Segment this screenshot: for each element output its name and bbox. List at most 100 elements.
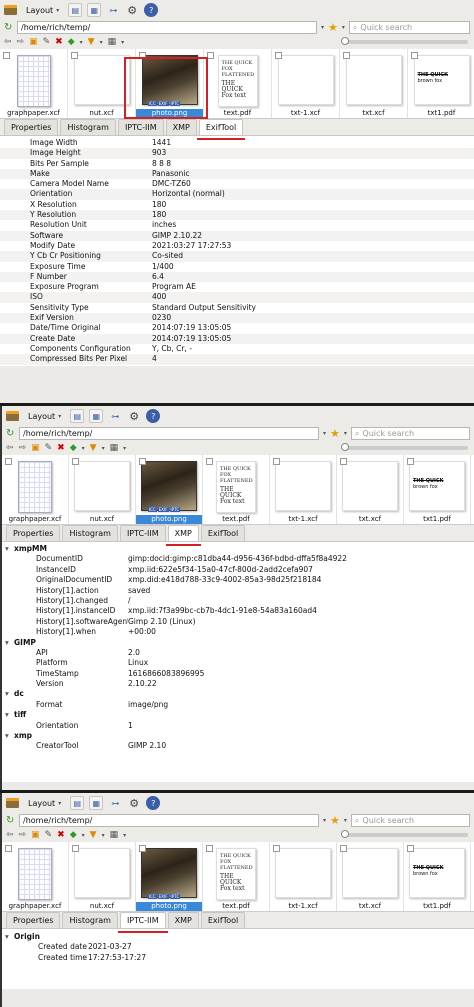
chevron-down-icon[interactable]: ▾ [344,430,347,437]
thumbnail-photo-png[interactable]: ICC EXIF IPTC photo.png [136,49,204,118]
thumbnail-txt-xcf[interactable]: txt.xcf [340,49,408,118]
thumbnail-text-pdf[interactable]: THE QUICK FOX FLATTENED THE QUICK Fox tex… [203,842,270,911]
tag-icon[interactable]: ◆ [70,443,77,453]
xmp-group[interactable]: dc [2,689,474,700]
thumbnail-checkbox[interactable] [206,845,213,852]
forward-icon[interactable]: ⇨ [19,443,27,453]
thumbnail-checkbox[interactable] [206,458,213,465]
new-folder-icon[interactable]: ▣ [29,37,38,47]
tab-exiftool[interactable]: ExifTool [200,912,246,928]
xmp-group[interactable]: xmp [2,731,474,742]
delete-icon[interactable]: ✖ [55,37,63,47]
view-icon[interactable]: ▤ [70,796,85,810]
new-folder-icon[interactable]: ▣ [31,830,40,840]
tab-xmp[interactable]: XMP [165,525,202,546]
thumbnail-checkbox[interactable] [71,52,78,59]
view-mode-icon[interactable]: ▦ [110,443,119,453]
thumbnail-checkbox[interactable] [275,52,282,59]
slider-handle[interactable] [341,830,349,838]
rename-icon[interactable]: ✎ [45,830,53,840]
rename-icon[interactable]: ✎ [45,443,53,453]
path-input[interactable]: /home/rich/temp/ [19,427,319,440]
chevron-down-icon[interactable]: ▾ [323,430,326,437]
tab-exiftool[interactable]: ExifTool [200,525,246,541]
go-icon[interactable]: ↻ [6,815,15,826]
thumbnail-photo-png[interactable]: ICC EXIF IPTC photo.png [136,842,203,911]
layout-menu[interactable]: Layout ▾ [24,798,65,809]
delete-icon[interactable]: ✖ [57,830,65,840]
thumbnail-txt1-pdf[interactable]: THE QUICK brown fox txt1.pdf [408,49,474,118]
tab-histogram[interactable]: Histogram [62,525,118,541]
thumbnail-checkbox[interactable] [3,52,10,59]
back-icon[interactable]: ⇦ [4,37,12,47]
gear-icon[interactable]: ⚙ [127,409,141,423]
thumbnail-size-slider[interactable] [341,443,468,451]
star-icon[interactable]: ★ [328,21,338,34]
chevron-down-icon[interactable]: ▾ [82,832,85,839]
thumbnail-checkbox[interactable] [407,845,414,852]
chevron-down-icon[interactable]: ▾ [123,445,126,452]
thumbnail-size-slider[interactable] [341,830,468,838]
thumbnail-checkbox[interactable] [72,845,79,852]
thumbnail-graphpaper-xcf[interactable]: graphpaper.xcf [2,455,69,524]
thumbnail-txt-1-xcf[interactable]: txt-1.xcf [272,49,340,118]
tree-icon[interactable]: ⊶ [106,3,120,17]
thumbnail-graphpaper-xcf[interactable]: graphpaper.xcf [0,49,68,118]
tree-icon[interactable]: ⊶ [108,409,122,423]
filter-icon[interactable]: ▼ [90,830,97,840]
thumbnail-txt-1-xcf[interactable]: txt-1.xcf [270,455,337,524]
thumbnail-text-pdf[interactable]: THE QUICK FOX FLATTENED THE QUICK Fox tex… [204,49,272,118]
thumbnail-checkbox[interactable] [273,845,280,852]
thumbnail-photo-png[interactable]: ICC EXIF IPTC photo.png [136,455,203,524]
chevron-down-icon[interactable]: ▾ [344,817,347,824]
thumbnail-text-pdf[interactable]: THE QUICK FOX FLATTENED THE QUICK Fox tex… [203,455,270,524]
thumbnail-checkbox[interactable] [407,458,414,465]
thumbnail-checkbox[interactable] [139,845,146,852]
thumbnail-checkbox[interactable] [273,458,280,465]
xmp-group[interactable]: GIMP [2,638,474,649]
chevron-down-icon[interactable]: ▾ [102,445,105,452]
thumbnail-checkbox[interactable] [207,52,214,59]
tab-properties[interactable]: Properties [6,912,61,928]
thumbnail-checkbox[interactable] [340,458,347,465]
back-icon[interactable]: ⇦ [6,830,14,840]
tab-histogram[interactable]: Histogram [60,119,116,135]
thumbnail-txt-xcf[interactable]: txt.xcf [337,455,404,524]
view-mode-icon[interactable]: ▦ [108,37,117,47]
thumbnail-nut-xcf[interactable]: nut.xcf [69,455,136,524]
go-icon[interactable]: ↻ [6,428,15,439]
tree-icon[interactable]: ⊶ [108,796,122,810]
xmp-group[interactable]: xmpMM [2,544,474,555]
forward-icon[interactable]: ⇨ [17,37,25,47]
tag-icon[interactable]: ◆ [70,830,77,840]
search-input[interactable]: ⌕ Quick search [348,21,470,34]
chevron-down-icon[interactable]: ▾ [321,24,324,31]
new-folder-icon[interactable]: ▣ [31,443,40,453]
chevron-down-icon[interactable]: ▾ [82,445,85,452]
search-input[interactable]: ⌕ Quick search [350,427,470,440]
star-icon[interactable]: ★ [330,427,340,440]
thumbnail-checkbox[interactable] [139,458,146,465]
search-input[interactable]: ⌕ Quick search [350,814,470,827]
chevron-down-icon[interactable]: ▾ [121,39,124,46]
go-icon[interactable]: ↻ [4,22,13,33]
filter-icon[interactable]: ▼ [88,37,95,47]
thumbnail-size-slider[interactable] [341,37,468,45]
sort-icon[interactable]: ▦ [89,796,104,810]
thumbnail-txt-1-xcf[interactable]: txt-1.xcf [270,842,337,911]
slider-handle[interactable] [341,37,349,45]
path-input[interactable]: /home/rich/temp/ [19,814,319,827]
tab-xmp[interactable]: XMP [167,912,199,928]
thumbnail-txt1-pdf[interactable]: THE QUICK brown fox txt1.pdf [404,455,471,524]
thumbnail-nut-xcf[interactable]: nut.xcf [69,842,136,911]
filter-icon[interactable]: ▼ [90,443,97,453]
thumbnail-checkbox[interactable] [411,52,418,59]
tab-xmp[interactable]: XMP [165,119,197,135]
thumbnail-checkbox[interactable] [72,458,79,465]
slider-handle[interactable] [341,443,349,451]
gear-icon[interactable]: ⚙ [127,796,141,810]
tab-histogram[interactable]: Histogram [62,912,118,928]
layout-menu[interactable]: Layout ▾ [24,411,65,422]
back-icon[interactable]: ⇦ [6,443,14,453]
thumbnail-checkbox[interactable] [343,52,350,59]
